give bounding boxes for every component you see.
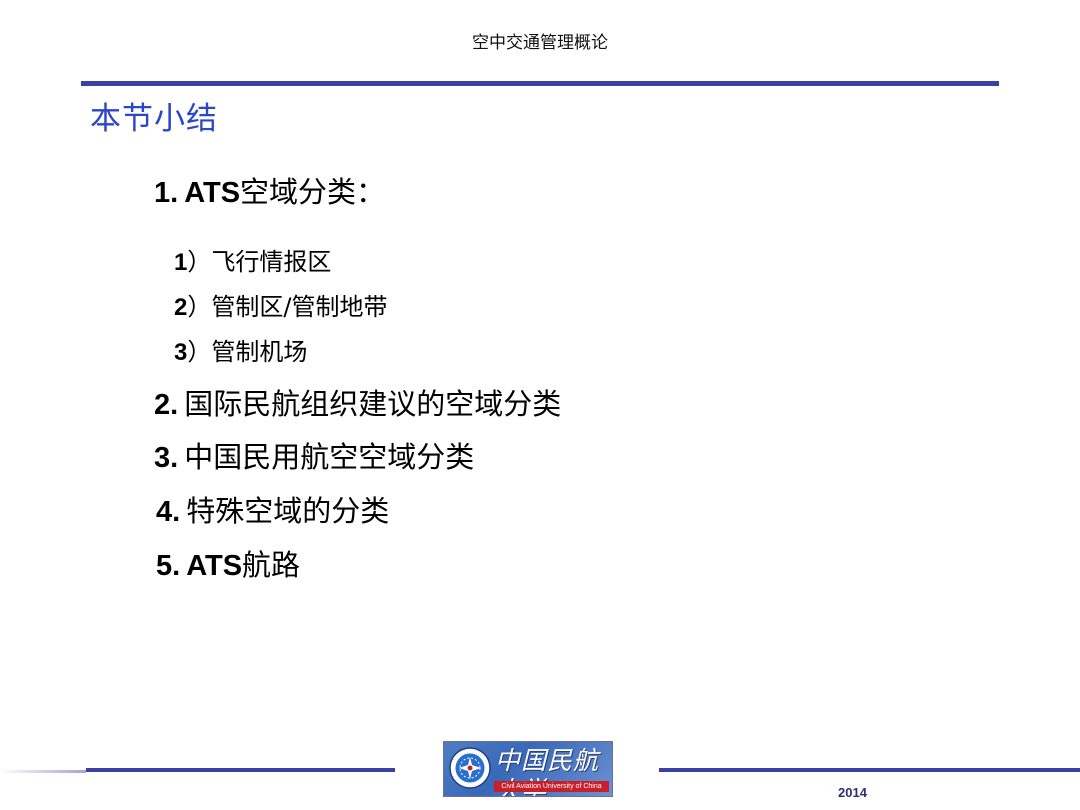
sub-item-1: 1）飞行情报区: [174, 245, 331, 280]
sub-item-number: 2: [174, 294, 188, 321]
course-title: 空中交通管理概论: [472, 33, 608, 53]
section-heading: 本节小结: [90, 101, 218, 137]
summary-item-1: 1. ATS空域分类：: [154, 172, 385, 213]
summary-item-abbrev: ATS: [186, 550, 243, 582]
summary-item-number: 5.: [156, 550, 181, 582]
summary-item-text: 航路: [242, 548, 301, 582]
summary-item-number: 1.: [154, 177, 179, 209]
summary-item-text: 空域分类：: [240, 175, 386, 209]
summary-item-number: 2.: [154, 389, 179, 421]
logo-subtitle: Civil Aviation University of China: [501, 783, 602, 790]
sub-item-3: 3）管制机场: [174, 335, 307, 370]
summary-item-number: 4.: [156, 496, 181, 528]
sub-item-number: 1: [174, 249, 188, 276]
summary-item-text: 中国民用航空空域分类: [184, 440, 475, 474]
university-logo: 中国民航大学 Civil Aviation University of Chin…: [443, 741, 613, 797]
footer-rule-fade: [0, 770, 86, 773]
summary-item-number: 3.: [154, 442, 179, 474]
summary-item-4: 4. 特殊空域的分类: [156, 491, 389, 532]
sub-item-2: 2）管制区/管制地带: [174, 290, 387, 325]
footer-rule-left: [86, 768, 395, 772]
summary-item-abbrev: ATS: [184, 177, 241, 209]
summary-item-text: 国际民航组织建议的空域分类: [184, 387, 562, 421]
summary-item-5: 5. ATS航路: [156, 545, 300, 586]
sub-item-text: ）管制区/管制地带: [187, 293, 388, 321]
slide-page: 空中交通管理概论 本节小结 1. ATS空域分类： 1）飞行情报区 2）管制区/管…: [0, 0, 1080, 810]
university-emblem-icon: [449, 747, 491, 789]
sub-item-text: ）飞行情报区: [187, 248, 332, 276]
summary-item-2: 2. 国际民航组织建议的空域分类: [154, 384, 561, 425]
sub-item-text: ）管制机场: [187, 338, 308, 366]
summary-item-text: 特殊空域的分类: [186, 494, 390, 528]
footer-year: 2014: [838, 785, 867, 800]
sub-item-number: 3: [174, 339, 188, 366]
summary-item-3: 3. 中国民用航空空域分类: [154, 437, 474, 478]
header-rule: [81, 81, 999, 86]
footer-rule-right: [659, 768, 1080, 772]
